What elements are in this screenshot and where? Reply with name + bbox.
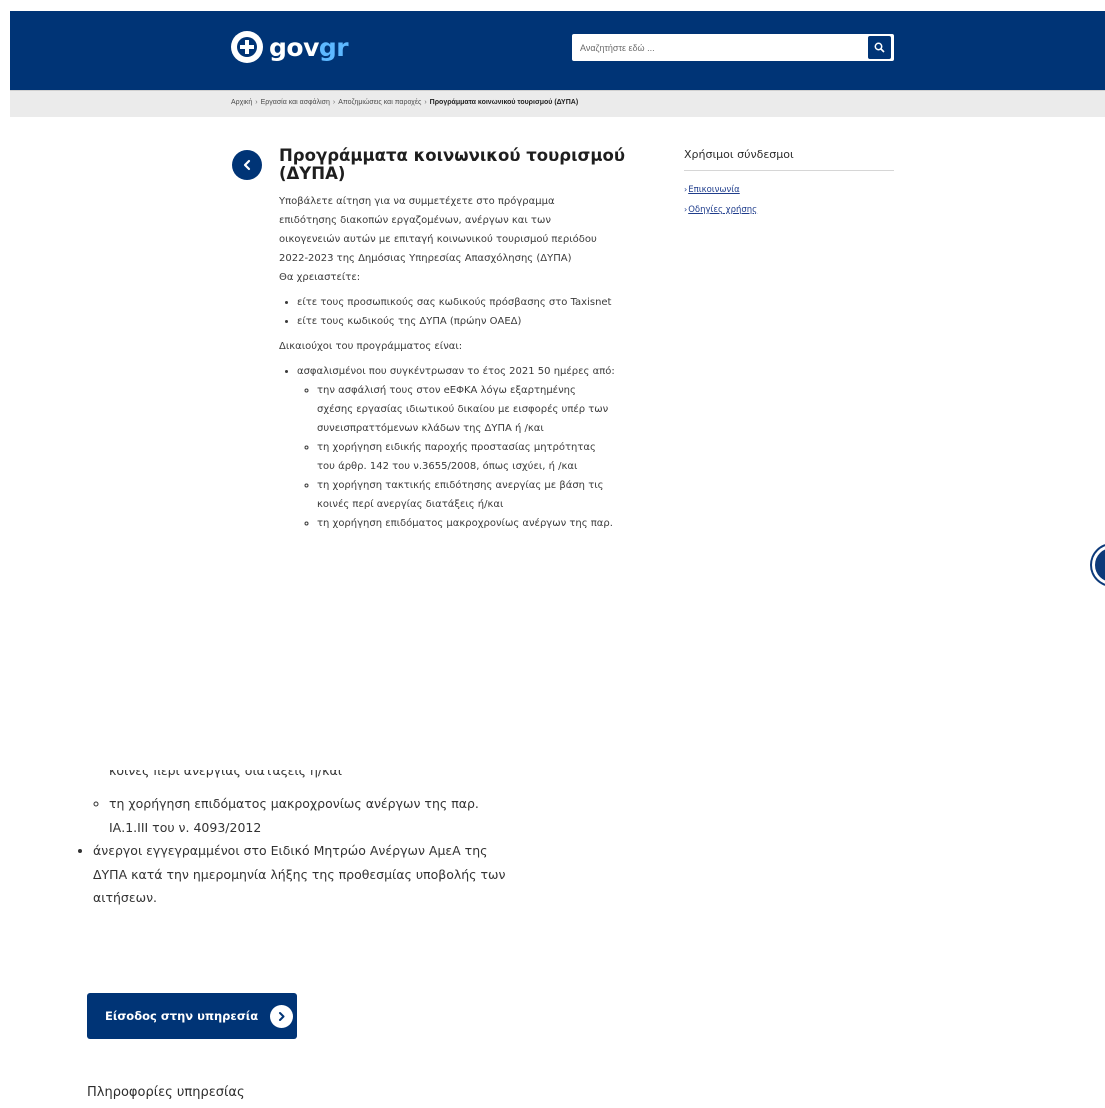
list-item: είτε τους προσωπικούς σας κωδικούς πρόσβ…: [297, 293, 615, 312]
beneficiary-sub-list: τη χορήγηση επιδόματος μακροχρονίως ανέρ…: [87, 792, 507, 839]
chevron-right-icon: ›: [684, 185, 688, 194]
list-item: τη χορήγηση ειδικής παροχής προστασίας μ…: [317, 438, 615, 476]
useful-links-title: Χρήσιμοι σύνδεσμοι: [684, 148, 794, 161]
chevron-right-icon: ›: [684, 205, 688, 214]
link-user-guide[interactable]: Οδηγίες χρήσης: [688, 205, 757, 215]
accessibility-widget-button[interactable]: [1092, 545, 1105, 585]
enter-service-button[interactable]: Είσοδος στην υπηρεσία: [87, 993, 297, 1039]
list-item: τη χορήγηση επιδόματος μακροχρονίως ανέρ…: [317, 514, 615, 533]
beneficiaries-list: ασφαλισμένοι που συγκέντρωσαν το έτος 20…: [279, 362, 615, 533]
service-description-continued: κοινές περί ανεργίας διατάξεις ή/και τη …: [87, 770, 507, 910]
search-button[interactable]: [868, 36, 891, 59]
breadcrumb-home[interactable]: Αρχική: [231, 99, 252, 106]
back-button[interactable]: [232, 150, 262, 180]
service-description: Υποβάλετε αίτηση για να συμμετέχετε στο …: [279, 192, 615, 539]
beneficiary-sub-list: την ασφάλισή τους στον eΕΦΚΑ λόγω εξαρτη…: [297, 381, 615, 533]
divider: [684, 170, 894, 171]
list-item: άνεργοι εγγεγραμμένοι στο Ειδικό Μητρώο …: [93, 839, 507, 910]
search-box: [572, 34, 894, 61]
intro-text: Υποβάλετε αίτηση για να συμμετέχετε στο …: [279, 196, 597, 264]
list-item: τη χορήγηση επιδόματος μακροχρονίως ανέρ…: [109, 792, 507, 839]
chevron-right-icon: ›: [255, 99, 258, 106]
breadcrumb: Αρχική › Εργασία και ασφάλιση › Αποζημιώσεις…: [10, 90, 1105, 117]
beneficiary-main-text: ασφαλισμένοι που συγκέντρωσαν το έτος 20…: [297, 366, 615, 377]
link-contact[interactable]: Επικοινωνία: [688, 185, 740, 195]
service-info-heading: Πληροφορίες υπηρεσίας: [87, 1085, 245, 1100]
chevron-left-icon: [243, 159, 251, 171]
search-icon: [874, 42, 885, 53]
chevron-right-icon: ›: [332, 99, 336, 106]
requirements-list: είτε τους προσωπικούς σας κωδικούς πρόσβ…: [279, 293, 615, 331]
site-header: govgr: [10, 11, 1105, 90]
list-item: είτε τους κωδικούς της ΔΥΠΑ (πρώην ΟΑΕΔ): [297, 312, 615, 331]
beneficiaries-label: Δικαιούχοι του προγράμματος είναι:: [279, 341, 463, 352]
requirements-label: Θα χρειαστείτε:: [279, 272, 361, 283]
page-title: Προγράμματα κοινωνικού τουρισμού (ΔΥΠΑ): [279, 146, 625, 183]
govgr-logo[interactable]: govgr: [231, 31, 349, 63]
chevron-right-icon: [270, 1004, 294, 1028]
logo-wordmark: govgr: [269, 32, 349, 62]
list-item: την ασφάλισή τους στον eΕΦΚΑ λόγω εξαρτη…: [317, 381, 615, 438]
cut-off-line: κοινές περί ανεργίας διατάξεις ή/και: [109, 770, 342, 778]
breadcrumb-benefits[interactable]: Αποζημιώσεις και παροχές: [338, 99, 421, 106]
coat-of-arms-icon: [231, 31, 263, 63]
chevron-right-icon: ›: [424, 99, 427, 106]
list-item: τη χορήγηση τακτικής επιδότησης ανεργίας…: [317, 476, 615, 514]
list-item: ασφαλισμένοι που συγκέντρωσαν το έτος 20…: [297, 362, 615, 533]
useful-links-list: ›Επικοινωνία ›Οδηγίες χρήσης: [684, 180, 757, 220]
breadcrumb-current: Προγράμματα κοινωνικού τουρισμού (ΔΥΠΑ): [429, 99, 579, 106]
breadcrumb-work-insurance[interactable]: Εργασία και ασφάλιση: [261, 99, 330, 106]
search-input[interactable]: [572, 34, 862, 61]
enter-service-label: Είσοδος στην υπηρεσία: [105, 1009, 259, 1023]
beneficiaries-list: άνεργοι εγγεγραμμένοι στο Ειδικό Μητρώο …: [93, 839, 507, 910]
